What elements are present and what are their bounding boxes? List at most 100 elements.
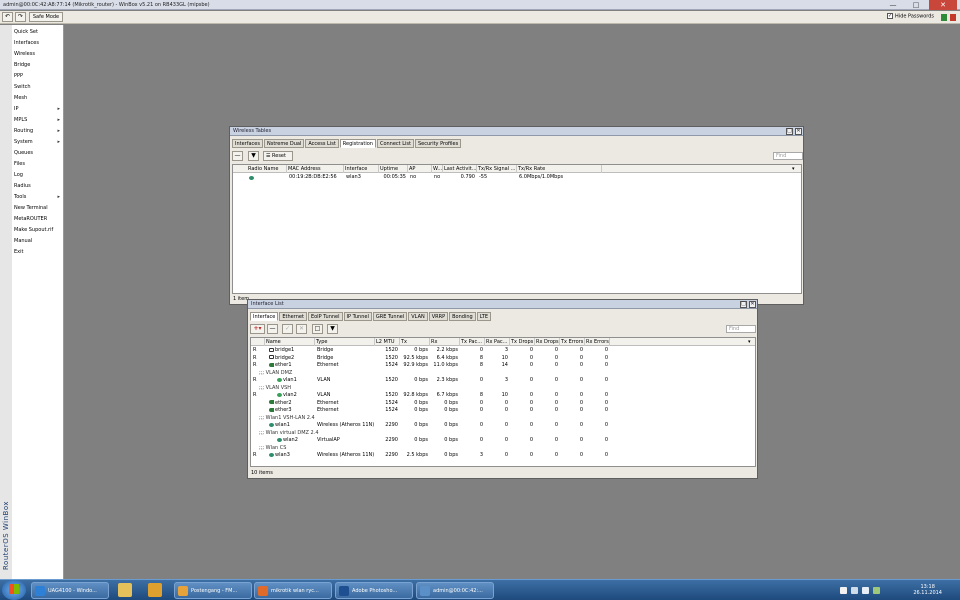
comment-icon[interactable]: □	[312, 324, 323, 334]
tab[interactable]: Access List	[305, 139, 339, 148]
menu-item[interactable]: MetaROUTER	[14, 214, 62, 225]
comment-row[interactable]: ;;; Wlan CS	[251, 445, 755, 453]
interface-filter-icon[interactable]: ▼	[327, 324, 338, 334]
safe-mode-button[interactable]: Safe Mode	[29, 12, 63, 22]
table-row[interactable]: wlan1 Wireless (Atheros 11N) 2290 0 bps 0 bp…	[251, 422, 755, 430]
table-row[interactable]: ether2 Ethernet 1524 0 bps 0 bps 0 0 0 0 0 0	[251, 400, 755, 408]
tray-volume-icon[interactable]	[862, 587, 869, 594]
tray-flag-icon[interactable]	[840, 587, 847, 594]
menu-item[interactable]: Log	[14, 170, 62, 181]
comment-row[interactable]: ;;; Wlan virtual DMZ 2.4	[251, 430, 755, 438]
table-row[interactable]: Rvlan2 VLAN 1520 92.8 kbps 6.7 kbps 8 10 0 0 0 0	[251, 392, 755, 400]
menu-item[interactable]: Interfaces	[14, 38, 62, 49]
column-header[interactable]: Tx Drops	[510, 338, 535, 346]
menu-item[interactable]: Bridge	[14, 60, 62, 71]
column-header[interactable]: Uptime	[379, 165, 408, 173]
taskbar-button[interactable]: Postengang - FM...	[174, 582, 252, 599]
table-row[interactable]: Rbridge2 Bridge 1520 92.5 kbps 6.4 kbps 8 10 0 0…	[251, 355, 755, 363]
column-header[interactable]: Rx Errors	[585, 338, 610, 346]
column-header[interactable]: Rx Drops	[535, 338, 560, 346]
column-header[interactable]: Tx Errors	[560, 338, 585, 346]
clock[interactable]: 13:18 26.11.2014	[913, 584, 942, 596]
tab[interactable]: GRE Tunnel	[372, 312, 408, 321]
wireless-minus-icon[interactable]: —	[232, 151, 243, 161]
interface-find-input[interactable]: Find	[726, 325, 756, 333]
tab[interactable]: Registration	[339, 139, 376, 148]
tray-battery-icon[interactable]	[873, 587, 880, 594]
menu-item[interactable]: System ▸	[14, 137, 62, 148]
menu-item[interactable]: IP ▸	[14, 104, 62, 115]
column-header[interactable]: MAC Address	[287, 165, 344, 173]
menu-item[interactable]: PPP	[14, 71, 62, 82]
disable-icon[interactable]: ✕	[296, 324, 307, 334]
wireless-reset-button[interactable]: ☰ Reset	[263, 151, 293, 161]
wireless-filter-icon[interactable]: ▼	[248, 151, 259, 161]
file-explorer-icon[interactable]	[118, 583, 132, 597]
interface-close-button[interactable]: ✕	[749, 301, 756, 308]
menu-item[interactable]: Files	[14, 159, 62, 170]
tab[interactable]: Nstreme Dual	[264, 139, 305, 148]
tab[interactable]: Security Profiles	[414, 139, 462, 148]
tab[interactable]: VLAN	[408, 312, 428, 321]
column-header[interactable]: Radio Name	[247, 165, 287, 173]
comment-row[interactable]: ;;; VLAN VSH	[251, 385, 755, 393]
table-row[interactable]: wlan2 VirtualAP 2290 0 bps 0 bps 0 0 0 0 0 0	[251, 437, 755, 445]
columns-dropdown-icon[interactable]: ▾	[791, 165, 801, 173]
tab[interactable]: EoIP Tunnel	[307, 312, 343, 321]
column-header[interactable]: Rx	[430, 338, 460, 346]
taskbar-button[interactable]: UAG4100 - Windo...	[31, 582, 109, 599]
table-row[interactable]: Rether1 Ethernet 1524 92.9 kbps 11.0 kbps 8 14…	[251, 362, 755, 370]
hide-passwords-checkbox[interactable]: ✓	[887, 13, 894, 19]
column-header[interactable]: Type	[315, 338, 375, 346]
menu-item[interactable]: Exit	[14, 247, 62, 258]
comment-row[interactable]: ;;; VLAN DMZ	[251, 370, 755, 378]
tab[interactable]: LTE	[476, 312, 492, 321]
column-header[interactable]: Name	[265, 338, 315, 346]
column-header[interactable]	[251, 338, 265, 346]
column-header[interactable]: L2 MTU	[375, 338, 400, 346]
tab[interactable]: Interfaces	[232, 139, 263, 148]
menu-item[interactable]: Mesh	[14, 93, 62, 104]
tab[interactable]: Interface	[250, 312, 279, 321]
menu-item[interactable]: Queues	[14, 148, 62, 159]
menu-item[interactable]: Routing ▸	[14, 126, 62, 137]
table-row[interactable]: Rwlan3 Wireless (Atheros 11N) 2290 2.5 kbps…	[251, 452, 755, 460]
tab[interactable]: Bonding	[449, 312, 476, 321]
column-header[interactable]: Rx Pac...	[485, 338, 510, 346]
table-row[interactable]: Rbridge1 Bridge 1520 0 bps 2.2 kbps 0 3 0 0 0 0	[251, 347, 755, 355]
menu-item[interactable]: Manual	[14, 236, 62, 247]
menu-item[interactable]: MPLS ▸	[14, 115, 62, 126]
enable-icon[interactable]: ✓	[282, 324, 293, 334]
media-player-icon[interactable]	[148, 583, 162, 597]
column-header[interactable]: Tx Pac...	[460, 338, 485, 346]
table-row[interactable]: Rvlan1 VLAN 1520 0 bps 2.3 kbps 0 3 0 0 0 0	[251, 377, 755, 385]
undo-icon[interactable]: ↶	[2, 12, 13, 22]
menu-item[interactable]: Switch	[14, 82, 62, 93]
hide-passwords-toggle[interactable]: ✓ Hide Passwords	[887, 13, 934, 20]
tray-network-icon[interactable]	[851, 587, 858, 594]
column-header[interactable]: W...	[432, 165, 443, 173]
menu-item[interactable]: New Terminal	[14, 203, 62, 214]
tab[interactable]: Connect List	[376, 139, 414, 148]
taskbar-button[interactable]: mikrotik wlan ryc...	[254, 582, 332, 599]
column-header[interactable]: AP	[408, 165, 432, 173]
column-header[interactable]: Last Activit...	[443, 165, 477, 173]
tab[interactable]: IP Tunnel	[343, 312, 372, 321]
column-header[interactable]: Tx/Rx Rate	[517, 165, 602, 173]
column-header[interactable]: Tx/Rx Signal ...	[477, 165, 517, 173]
comment-row[interactable]: ;;; Wlan1 VSH-LAN 2.4	[251, 415, 755, 423]
add-icon[interactable]: +▾	[250, 324, 265, 334]
close-button[interactable]: ✕	[929, 0, 957, 10]
remove-icon[interactable]: —	[267, 324, 278, 334]
menu-item[interactable]: Quick Set	[14, 27, 62, 38]
columns-dropdown-icon[interactable]: ▾	[747, 338, 755, 346]
interface-maximize-button[interactable]: □	[740, 301, 747, 308]
start-button[interactable]	[2, 580, 26, 600]
taskbar-button[interactable]: Adobe Photosho...	[335, 582, 413, 599]
maximize-button[interactable]: □	[905, 0, 927, 10]
menu-item[interactable]: Radius	[14, 181, 62, 192]
tab[interactable]: Ethernet	[279, 312, 307, 321]
wireless-find-input[interactable]: Find	[773, 152, 803, 160]
menu-item[interactable]: Make Supout.rif	[14, 225, 62, 236]
column-header[interactable]: Tx	[400, 338, 430, 346]
